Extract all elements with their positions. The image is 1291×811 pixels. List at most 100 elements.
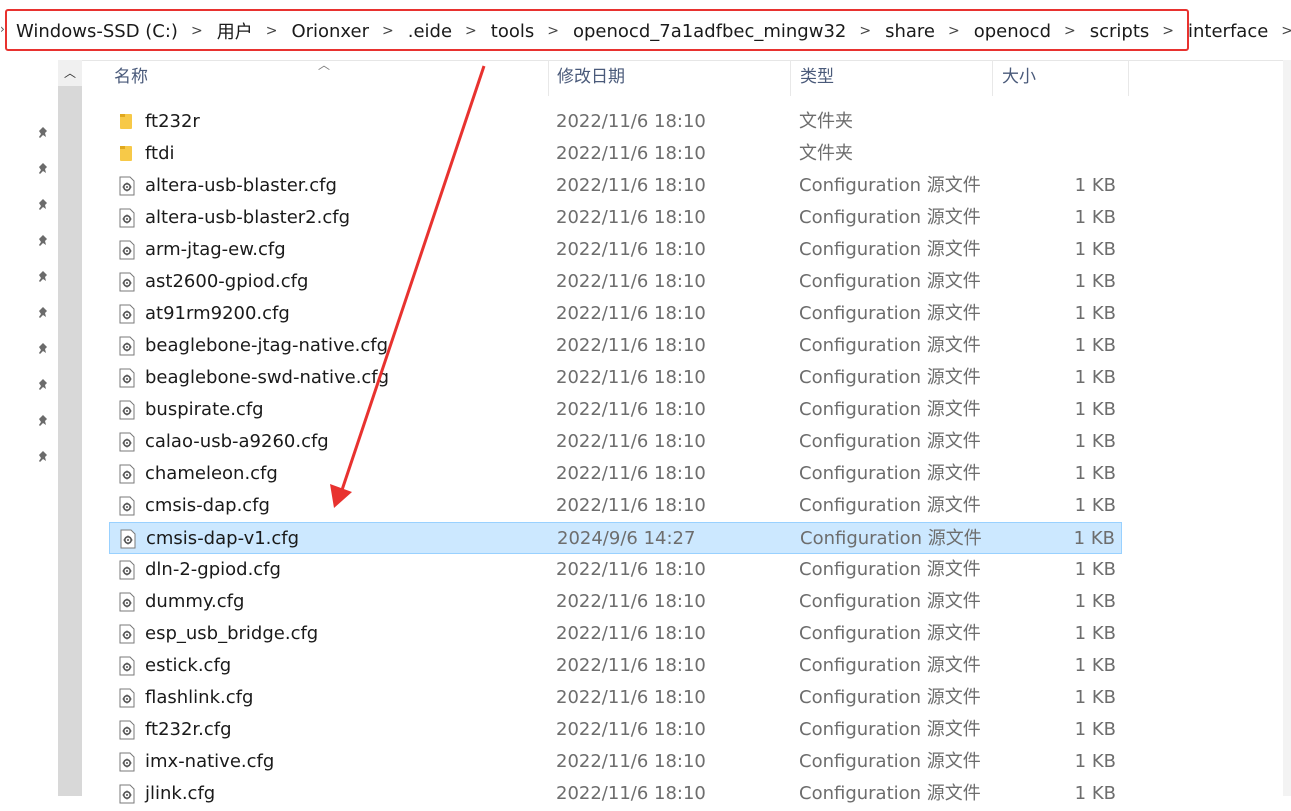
table-row[interactable]: estick.cfg 2022/11/6 18:10 Configuration 源… (109, 650, 1122, 682)
pin-icon (34, 342, 52, 360)
chevron-right-icon[interactable]: > (191, 23, 203, 39)
table-row[interactable]: dln-2-gpiod.cfg 2022/11/6 18:10 Configurat… (109, 554, 1122, 586)
column-divider[interactable] (992, 60, 993, 96)
file-size: 1 KB (1074, 303, 1116, 324)
config-file-icon (119, 432, 135, 452)
modified-date: 2022/11/6 18:10 (556, 271, 706, 292)
breadcrumb-item[interactable]: share (883, 21, 937, 42)
address-bar[interactable]: › Windows-SSD (C:) > 用户 > Orionxer > .eide > too… (0, 0, 1291, 61)
table-row[interactable]: cmsis-dap.cfg 2022/11/6 18:10 Configuratio… (109, 490, 1122, 522)
file-type: Configuration 源文件 (799, 399, 981, 420)
file-type: Configuration 源文件 (799, 175, 981, 196)
table-row[interactable]: ftdi 2022/11/6 18:10 文件夹 (109, 138, 1122, 170)
table-row[interactable]: beaglebone-swd-native.cfg 2022/11/6 18:10… (109, 362, 1122, 394)
config-file-icon (119, 720, 135, 740)
table-row[interactable]: arm-jtag-ew.cfg 2022/11/6 18:10 Configurat… (109, 234, 1122, 266)
breadcrumb-item[interactable]: tools (489, 21, 536, 42)
file-size: 1 KB (1074, 271, 1116, 292)
table-row[interactable]: ast2600-gpiod.cfg 2022/11/6 18:10 Configur… (109, 266, 1122, 298)
nav-scrollbar[interactable]: ︿ (58, 60, 82, 796)
table-row[interactable]: at91rm9200.cfg 2022/11/6 18:10 Configurati… (109, 298, 1122, 330)
modified-date: 2022/11/6 18:10 (556, 143, 706, 164)
modified-date: 2022/11/6 18:10 (556, 751, 706, 772)
table-row[interactable]: buspirate.cfg 2022/11/6 18:10 Configuratio… (109, 394, 1122, 426)
chevron-right-icon[interactable]: > (1064, 23, 1076, 39)
file-name: cmsis-dap.cfg (145, 495, 270, 516)
file-size: 1 KB (1074, 399, 1116, 420)
breadcrumb-item[interactable]: 用户 (215, 18, 255, 44)
table-row[interactable]: jlink.cfg 2022/11/6 18:10 Configuration 源文… (109, 778, 1122, 810)
chevron-right-icon[interactable]: > (547, 23, 559, 39)
chevron-right-icon[interactable]: > (948, 23, 960, 39)
navigation-pane (0, 60, 58, 796)
breadcrumb-item[interactable]: openocd_7a1adfbec_mingw32 (571, 21, 848, 42)
modified-date: 2022/11/6 18:10 (556, 335, 706, 356)
file-size: 1 KB (1074, 239, 1116, 260)
column-divider[interactable] (790, 60, 791, 96)
chevron-right-icon[interactable]: > (266, 23, 278, 39)
modified-date: 2024/9/6 14:27 (557, 528, 696, 549)
modified-date: 2022/11/6 18:10 (556, 399, 706, 420)
file-type: Configuration 源文件 (799, 207, 981, 228)
table-row[interactable]: altera-usb-blaster.cfg 2022/11/6 18:10 Con… (109, 170, 1122, 202)
config-file-icon (119, 464, 135, 484)
column-size-header[interactable]: 大小 (994, 60, 1128, 96)
table-row[interactable]: beaglebone-jtag-native.cfg 2022/11/6 18:1… (109, 330, 1122, 362)
file-name: ft232r (145, 111, 200, 132)
file-type: Configuration 源文件 (799, 303, 981, 324)
table-row[interactable]: ft232r.cfg 2022/11/6 18:10 Configuration 源… (109, 714, 1122, 746)
file-size: 1 KB (1074, 623, 1116, 644)
table-row[interactable]: calao-usb-a9260.cfg 2022/11/6 18:10 Config… (109, 426, 1122, 458)
file-name: esp_usb_bridge.cfg (145, 623, 319, 644)
modified-date: 2022/11/6 18:10 (556, 495, 706, 516)
file-type: Configuration 源文件 (799, 367, 981, 388)
modified-date: 2022/11/6 18:10 (556, 719, 706, 740)
config-file-icon (119, 560, 135, 580)
modified-date: 2022/11/6 18:10 (556, 623, 706, 644)
column-header: ︿ 名称 修改日期 类型 大小 (82, 58, 1291, 96)
file-size: 1 KB (1074, 431, 1116, 452)
scroll-up-icon[interactable]: ︿ (58, 60, 82, 86)
file-size: 1 KB (1074, 687, 1116, 708)
table-row-selected[interactable]: cmsis-dap-v1.cfg 2024/9/6 14:27 Configurat… (109, 522, 1122, 554)
chevron-right-icon[interactable]: > (465, 23, 477, 39)
config-file-icon (119, 400, 135, 420)
file-name: imx-native.cfg (145, 751, 275, 772)
chevron-right-icon[interactable]: > (859, 23, 871, 39)
modified-date: 2022/11/6 18:10 (556, 431, 706, 452)
file-name: at91rm9200.cfg (145, 303, 290, 324)
file-type: Configuration 源文件 (799, 495, 981, 516)
breadcrumb-item[interactable]: scripts (1088, 21, 1152, 42)
table-row[interactable]: chameleon.cfg 2022/11/6 18:10 Configuratio… (109, 458, 1122, 490)
file-name: altera-usb-blaster2.cfg (145, 207, 350, 228)
table-row[interactable]: ft232r 2022/11/6 18:10 文件夹 (109, 106, 1122, 138)
breadcrumb-item[interactable]: Windows-SSD (C:) (14, 21, 180, 42)
column-type-header[interactable]: 类型 (792, 60, 992, 96)
table-row[interactable]: flashlink.cfg 2022/11/6 18:10 Configuratio… (109, 682, 1122, 714)
file-size: 1 KB (1074, 591, 1116, 612)
modified-date: 2022/11/6 18:10 (556, 655, 706, 676)
file-size: 1 KB (1074, 751, 1116, 772)
column-divider[interactable] (1128, 60, 1129, 96)
modified-date: 2022/11/6 18:10 (556, 303, 706, 324)
table-row[interactable]: dummy.cfg 2022/11/6 18:10 Configuration 源文… (109, 586, 1122, 618)
pin-icon (34, 126, 52, 144)
chevron-right-icon[interactable]: > (1281, 23, 1291, 39)
file-list: ︿ 名称 修改日期 类型 大小 ft232r 2022/11/6 18:10 文件夹… (82, 58, 1291, 804)
breadcrumb-item[interactable]: openocd (972, 21, 1053, 42)
breadcrumb-item[interactable]: .eide (406, 21, 454, 42)
breadcrumb-item[interactable]: Orionxer (289, 21, 371, 42)
breadcrumb-item[interactable]: interface (1186, 21, 1270, 42)
config-file-icon (119, 752, 135, 772)
table-row[interactable]: imx-native.cfg 2022/11/6 18:10 Configurati… (109, 746, 1122, 778)
table-row[interactable]: altera-usb-blaster2.cfg 2022/11/6 18:10 Co… (109, 202, 1122, 234)
pin-icon (34, 162, 52, 180)
chevron-right-icon[interactable]: > (382, 23, 394, 39)
file-list-scrollbar[interactable] (1283, 60, 1291, 796)
table-row[interactable]: esp_usb_bridge.cfg 2022/11/6 18:10 Configu… (109, 618, 1122, 650)
column-date-header[interactable]: 修改日期 (549, 60, 790, 96)
chevron-right-icon[interactable]: > (1162, 23, 1174, 39)
config-file-icon (119, 496, 135, 516)
file-name: ast2600-gpiod.cfg (145, 271, 309, 292)
column-name-header[interactable]: 名称 (106, 60, 549, 96)
